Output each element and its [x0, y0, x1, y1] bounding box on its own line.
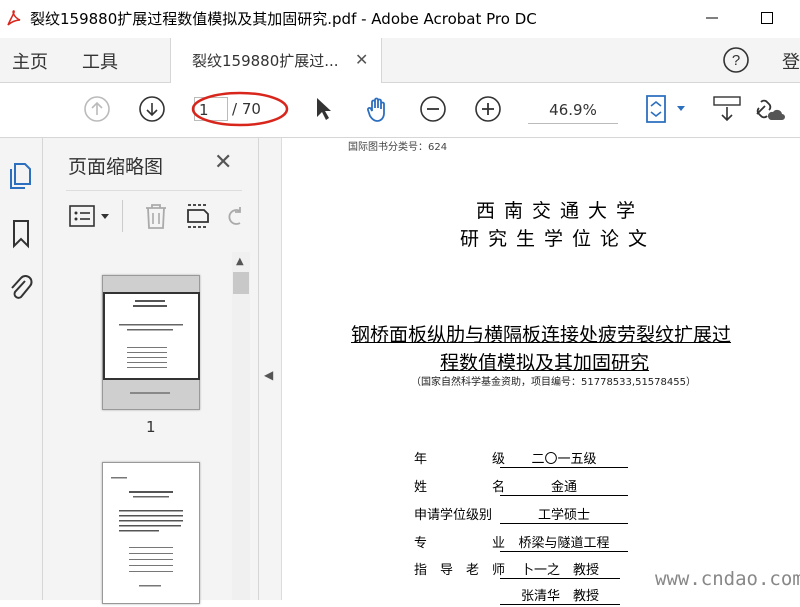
- page-thumbnail-2[interactable]: [102, 462, 200, 604]
- bookmarks-button[interactable]: [10, 218, 34, 250]
- delete-page-button[interactable]: [141, 201, 171, 231]
- field-label-grade: 年 级: [414, 452, 506, 467]
- scroll-mode-button[interactable]: [712, 94, 742, 124]
- field-label-advisor: 指 导 老 师: [414, 563, 506, 578]
- window-title: 裂纹159880扩展过程数值模拟及其加固研究.pdf - Adobe Acrob…: [30, 10, 537, 28]
- field-value-name: 金通: [500, 476, 628, 496]
- document-tab-label: 裂纹159880扩展过...: [192, 52, 339, 70]
- thumbnail-1-label: 1: [146, 418, 156, 436]
- scroll-up-icon[interactable]: ▲: [236, 256, 244, 267]
- link-cloud-icon: [756, 99, 785, 120]
- tools-menu[interactable]: 工具: [82, 48, 118, 74]
- field-value-advisor-2: 张清华 教授: [500, 585, 620, 605]
- minimize-icon: [706, 17, 718, 19]
- arrow-down-circle-icon: [139, 96, 165, 122]
- thumbnail-options-button[interactable]: [68, 203, 114, 229]
- field-label-name: 姓 名: [414, 480, 506, 495]
- thesis-type: 研究生学位论文: [460, 228, 657, 250]
- scrollbar-thumb[interactable]: [233, 272, 249, 294]
- bookmark-icon: [13, 220, 29, 249]
- close-panel-icon[interactable]: ✕: [214, 150, 232, 175]
- field-value-major: 桥梁与隧道工程: [500, 532, 628, 552]
- split-page-button[interactable]: [184, 201, 214, 231]
- page-display-button[interactable]: [643, 94, 689, 124]
- attachments-button[interactable]: [7, 272, 35, 304]
- help-icon[interactable]: ?: [722, 46, 750, 74]
- minimize-button[interactable]: [690, 4, 734, 32]
- cursor-arrow-icon: [317, 98, 331, 120]
- panel-divider: [66, 190, 242, 191]
- watermark: www.cndao.com: [655, 568, 800, 590]
- page-thumbnails-icon: [10, 163, 31, 189]
- hand-icon: [367, 97, 385, 122]
- rotate-icon: [228, 207, 241, 225]
- thumbnails-panel-title: 页面缩略图: [68, 156, 164, 178]
- field-label-major: 专 业: [414, 536, 506, 551]
- hand-tool-button[interactable]: [363, 94, 393, 124]
- rotate-page-button[interactable]: [224, 203, 246, 229]
- thumbnail-2-content: [111, 477, 183, 587]
- red-annotation-ellipse: [191, 91, 289, 127]
- thesis-title-line-2: 程数值模拟及其加固研究: [440, 352, 650, 374]
- field-value-advisor-1: 卜一之 教授: [500, 559, 620, 579]
- page-thumbnails-button[interactable]: [8, 160, 36, 192]
- minus-circle-icon: [420, 96, 446, 122]
- options-menu-icon: [69, 205, 109, 227]
- menu-bar: [0, 38, 800, 83]
- arrow-up-circle-icon: [84, 96, 110, 122]
- thumbnail-1-footer: [130, 392, 170, 394]
- prev-page-button[interactable]: [82, 94, 112, 124]
- toolbar-divider: [122, 200, 123, 232]
- paperclip-icon: [11, 275, 33, 299]
- select-tool-button[interactable]: [309, 94, 339, 124]
- fit-page-icon: [646, 95, 685, 123]
- funding-note: （国家自然科学基金资助，项目编号：51778533,51578455）: [411, 377, 696, 388]
- keyboard-scroll-icon: [713, 96, 741, 122]
- share-link-button[interactable]: [751, 94, 785, 124]
- maximize-icon: [761, 12, 773, 24]
- collapse-panel-icon[interactable]: ◀: [264, 368, 273, 382]
- zoom-in-button[interactable]: [473, 94, 503, 124]
- field-value-degree: 工学硕士: [500, 504, 628, 524]
- home-menu[interactable]: 主页: [12, 48, 48, 74]
- thumbnail-selection-frame: [103, 292, 200, 380]
- thumbnail-1-content: [119, 300, 183, 368]
- page-split-icon: [187, 204, 209, 228]
- svg-text:?: ?: [732, 52, 740, 69]
- zoom-out-button[interactable]: [418, 94, 448, 124]
- acrobat-app-icon: [7, 10, 21, 26]
- thesis-title-line-1: 钢桥面板纵肋与横隔板连接处疲劳裂纹扩展过: [351, 324, 732, 346]
- thumbnails-scrollbar[interactable]: [232, 252, 250, 600]
- maximize-button[interactable]: [745, 4, 789, 32]
- zoom-level-field[interactable]: 46.9%: [528, 97, 618, 124]
- sign-in-link[interactable]: 登: [782, 48, 800, 74]
- next-page-button[interactable]: [137, 94, 167, 124]
- field-label-degree: 申请学位级别: [414, 508, 493, 523]
- class-number: 国际图书分类号：624: [348, 142, 448, 153]
- trash-icon: [146, 204, 166, 229]
- university-name: 西南交通大学: [476, 200, 645, 222]
- left-navigation-rail: [0, 138, 43, 600]
- field-value-grade: 二〇一五级: [500, 448, 628, 468]
- close-tab-icon[interactable]: ✕: [355, 50, 368, 69]
- plus-circle-icon: [475, 96, 501, 122]
